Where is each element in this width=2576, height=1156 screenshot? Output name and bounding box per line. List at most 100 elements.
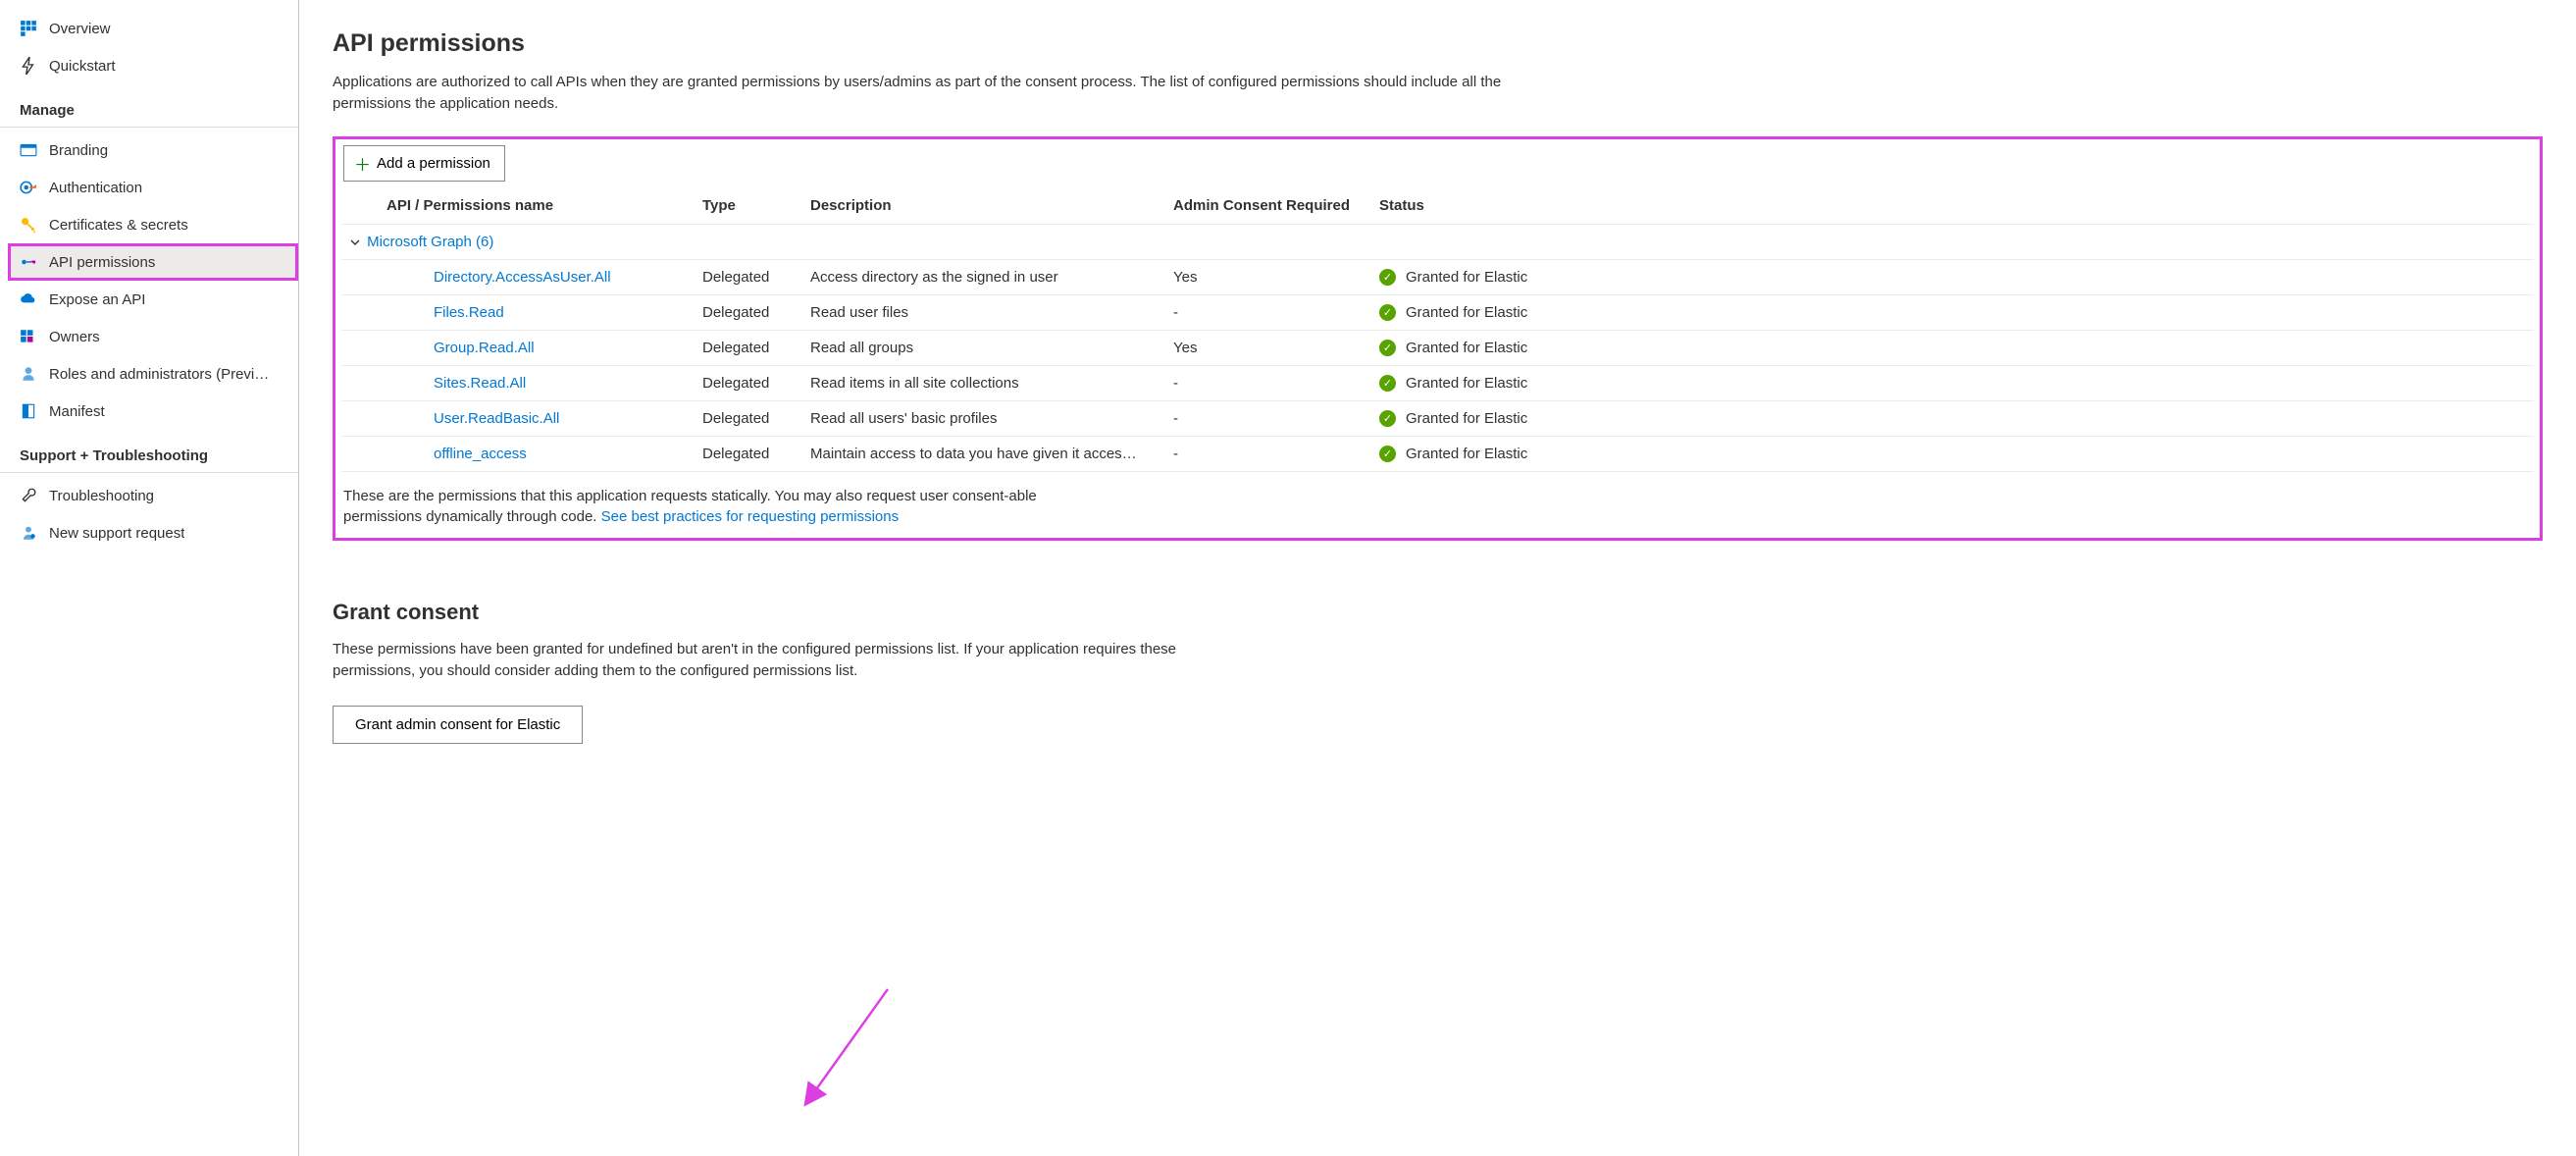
sidebar-item-owners[interactable]: Owners xyxy=(0,318,298,355)
sidebar-item-label: Quickstart xyxy=(49,58,116,75)
sidebar-item-authentication[interactable]: Authentication xyxy=(0,169,298,206)
permissions-table: API / Permissions name Type Description … xyxy=(341,187,2534,472)
sidebar-item-support-request[interactable]: New support request xyxy=(0,514,298,552)
sidebar-item-branding[interactable]: Branding xyxy=(0,131,298,169)
permission-name-link[interactable]: offline_access xyxy=(434,446,527,462)
page-title: API permissions xyxy=(333,29,2543,58)
table-row: User.ReadBasic.All DelegatedRead all user… xyxy=(341,400,2534,436)
sidebar-item-expose-api[interactable]: Expose an API xyxy=(0,281,298,318)
sidebar-item-quickstart[interactable]: Quickstart xyxy=(0,47,298,84)
sidebar-item-label: Certificates & secrets xyxy=(49,217,188,234)
sidebar-item-roles[interactable]: Roles and administrators (Previ… xyxy=(0,355,298,393)
table-row: Files.Read DelegatedRead user files-✓ Gran… xyxy=(341,294,2534,330)
manifest-icon xyxy=(20,402,37,420)
sidebar-item-manifest[interactable]: Manifest xyxy=(0,393,298,430)
permission-description: Access directory as the signed in user xyxy=(802,259,1165,294)
permission-status-text: Granted for Elastic xyxy=(1406,304,1527,321)
permission-status-text: Granted for Elastic xyxy=(1406,375,1527,392)
col-header-desc: Description xyxy=(802,187,1165,225)
grid-icon xyxy=(20,20,37,37)
permission-type: Delegated xyxy=(695,365,802,400)
permissions-panel: ＋ Add a permission API / Permissions nam… xyxy=(333,136,2543,542)
footnote-link[interactable]: See best practices for requesting permis… xyxy=(601,508,899,525)
add-permission-label: Add a permission xyxy=(377,155,490,172)
permission-status-text: Granted for Elastic xyxy=(1406,410,1527,427)
sidebar-item-label: Branding xyxy=(49,142,108,159)
permission-type: Delegated xyxy=(695,330,802,365)
sidebar-section-manage: Manage xyxy=(0,84,298,128)
permission-name-link[interactable]: Files.Read xyxy=(434,304,504,321)
cloud-icon xyxy=(20,290,37,308)
check-circle-icon: ✓ xyxy=(1379,446,1396,462)
check-circle-icon: ✓ xyxy=(1379,375,1396,392)
sidebar-item-label: Owners xyxy=(49,329,100,345)
sidebar-item-api-permissions[interactable]: API permissions xyxy=(8,243,298,281)
permission-status-text: Granted for Elastic xyxy=(1406,446,1527,462)
permission-description: Maintain access to data you have given i… xyxy=(802,436,1165,471)
grant-consent-title: Grant consent xyxy=(333,600,2543,625)
support-icon xyxy=(20,524,37,542)
sidebar-item-overview[interactable]: Overview xyxy=(0,10,298,47)
sidebar-item-label: API permissions xyxy=(49,254,155,271)
sidebar-item-label: Authentication xyxy=(49,180,142,196)
sidebar-item-label: Troubleshooting xyxy=(49,488,154,504)
sidebar-item-label: Overview xyxy=(49,21,111,37)
table-row: Directory.AccessAsUser.All DelegatedAcces… xyxy=(341,259,2534,294)
permission-type: Delegated xyxy=(695,294,802,330)
lightning-icon xyxy=(20,57,37,75)
check-circle-icon: ✓ xyxy=(1379,340,1396,356)
owners-icon xyxy=(20,328,37,345)
chevron-down-icon xyxy=(349,236,361,252)
table-row: Group.Read.AllDelegatedRead all groupsYe… xyxy=(341,330,2534,365)
permission-description: Read user files xyxy=(802,294,1165,330)
permission-status-text: Granted for Elastic xyxy=(1406,340,1527,356)
permission-status: ✓ Granted for Elastic xyxy=(1379,375,2526,392)
plus-icon: ＋ xyxy=(354,151,371,176)
permission-description: Read all users' basic profiles xyxy=(802,400,1165,436)
permission-status: ✓ Granted for Elastic xyxy=(1379,304,2526,321)
permission-type: Delegated xyxy=(695,400,802,436)
sidebar-item-label: Roles and administrators (Previ… xyxy=(49,366,269,383)
key-icon xyxy=(20,216,37,234)
permission-name-link[interactable]: Directory.AccessAsUser.All xyxy=(434,269,611,286)
permission-status-text: Granted for Elastic xyxy=(1406,269,1527,286)
api-perm-icon xyxy=(20,253,37,271)
target-icon xyxy=(20,179,37,196)
permission-description: Read items in all site collections xyxy=(802,365,1165,400)
permission-admin-required: - xyxy=(1165,294,1371,330)
permission-status: ✓ Granted for Elastic xyxy=(1379,410,2526,427)
page-description: Applications are authorized to call APIs… xyxy=(333,72,1569,115)
check-circle-icon: ✓ xyxy=(1379,269,1396,286)
permission-status: ✓ Granted for Elastic xyxy=(1379,340,2526,356)
table-row: offline_accessDelegatedMaintain access t… xyxy=(341,436,2534,471)
permission-type: Delegated xyxy=(695,259,802,294)
sidebar-item-label: Expose an API xyxy=(49,291,145,308)
check-circle-icon: ✓ xyxy=(1379,410,1396,427)
check-circle-icon: ✓ xyxy=(1379,304,1396,321)
wrench-icon xyxy=(20,487,37,504)
card-icon xyxy=(20,141,37,159)
permission-admin-required: - xyxy=(1165,400,1371,436)
permission-admin-required: Yes xyxy=(1165,259,1371,294)
roles-icon xyxy=(20,365,37,383)
permission-admin-required: - xyxy=(1165,436,1371,471)
col-header-status: Status xyxy=(1371,187,2534,225)
permission-admin-required: - xyxy=(1165,365,1371,400)
permission-description: Read all groups xyxy=(802,330,1165,365)
permission-name-link[interactable]: Group.Read.All xyxy=(434,340,535,356)
annotation-arrow xyxy=(780,981,907,1119)
permission-name-link[interactable]: Sites.Read.All xyxy=(434,375,526,392)
sidebar-item-label: Manifest xyxy=(49,403,105,420)
permissions-footnote: These are the permissions that this appl… xyxy=(341,472,1048,533)
sidebar: Overview Quickstart Manage Branding Auth… xyxy=(0,0,299,1156)
permission-name-link[interactable]: User.ReadBasic.All xyxy=(434,410,559,427)
permission-group-label: Microsoft Graph (6) xyxy=(367,234,493,250)
sidebar-item-troubleshooting[interactable]: Troubleshooting xyxy=(0,477,298,514)
permission-group-row[interactable]: Microsoft Graph (6) xyxy=(341,224,2534,259)
sidebar-item-certificates[interactable]: Certificates & secrets xyxy=(0,206,298,243)
table-row: Sites.Read.All DelegatedRead items in all… xyxy=(341,365,2534,400)
col-header-name: API / Permissions name xyxy=(341,187,695,225)
grant-admin-consent-button[interactable]: Grant admin consent for Elastic xyxy=(333,706,583,744)
grant-consent-description: These permissions have been granted for … xyxy=(333,639,1235,682)
add-permission-button[interactable]: ＋ Add a permission xyxy=(343,145,505,182)
